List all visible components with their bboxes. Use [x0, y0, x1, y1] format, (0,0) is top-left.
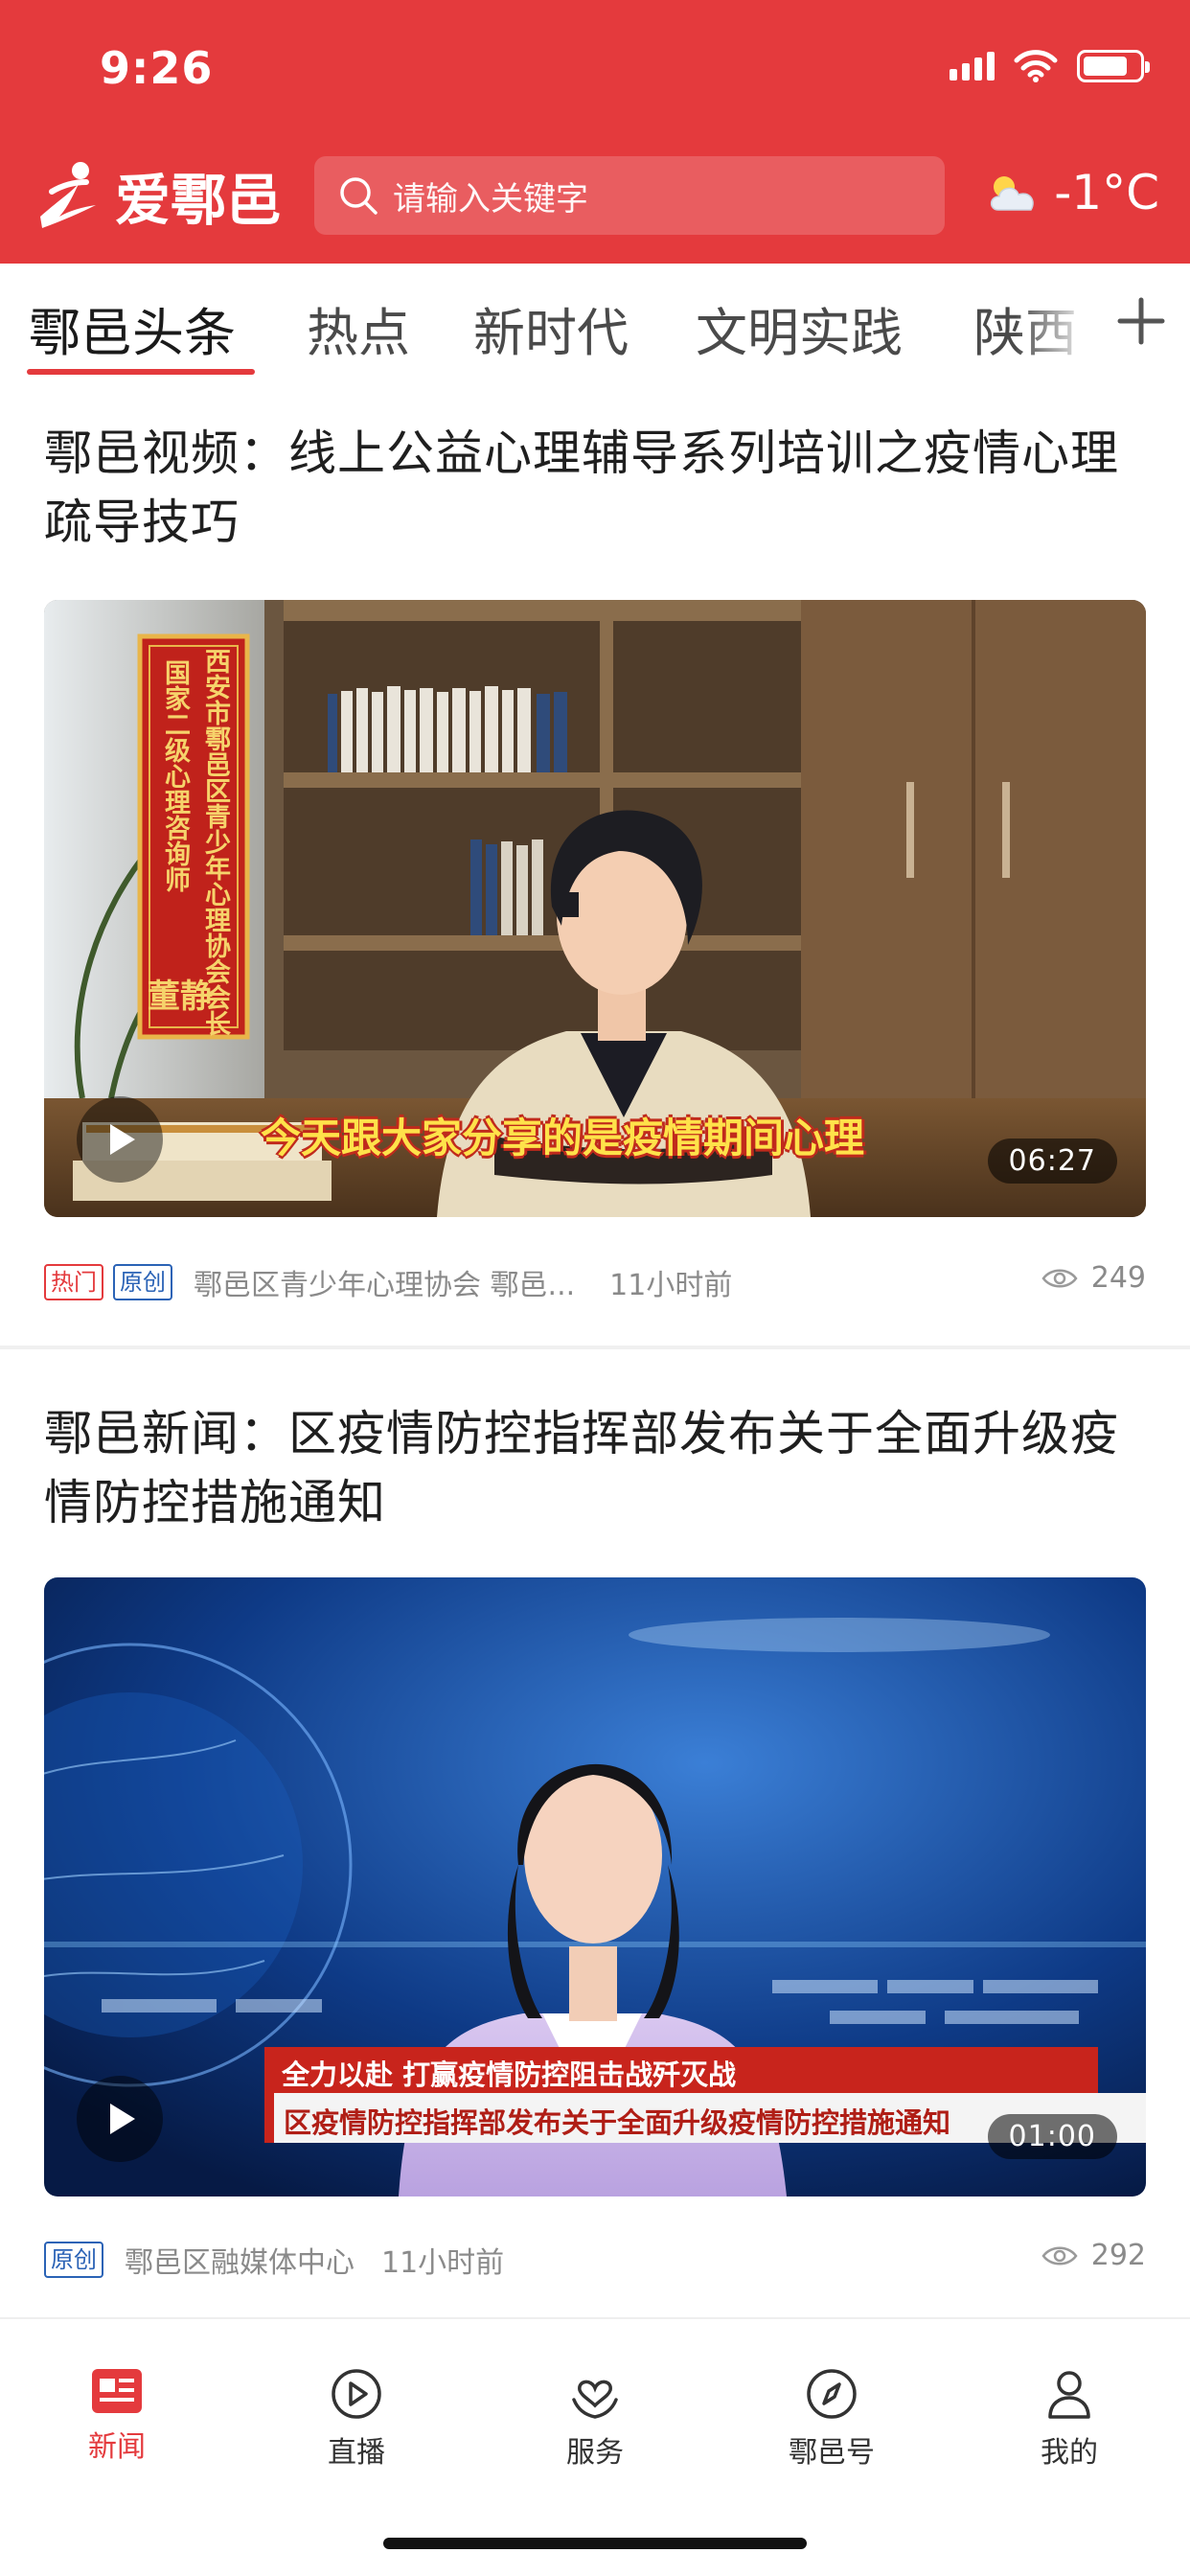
play-icon [110, 1124, 135, 1155]
name-banner-line-2: 国家二级心理咨询师 [160, 659, 190, 892]
play-icon [110, 2104, 135, 2134]
plus-icon [1117, 297, 1165, 345]
news-icon [92, 2369, 142, 2413]
play-button[interactable] [77, 1096, 163, 1183]
article-source: 鄠邑区融媒体中心 [125, 2246, 355, 2280]
nav-label: 直播 [328, 2436, 385, 2470]
article-meta: 原创 鄠邑区融媒体中心 11小时前 [44, 2239, 1146, 2281]
cloudy-icon [991, 176, 1035, 211]
nav-live[interactable]: 直播 [280, 2367, 433, 2471]
video-duration: 01:00 [987, 2114, 1117, 2159]
live-play-icon [332, 2369, 381, 2419]
nav-service[interactable]: 服务 [518, 2367, 672, 2471]
article-title[interactable]: 鄠邑视频：线上公益心理辅导系列培训之疫情心理疏导技巧 [44, 419, 1146, 557]
wifi-icon [1014, 50, 1058, 82]
status-time: 9:26 [100, 42, 214, 94]
active-tab-indicator [27, 369, 255, 375]
tab-headlines[interactable]: 鄠邑头条 [29, 290, 236, 366]
eye-icon [1041, 1269, 1078, 1287]
search-placeholder: 请输入关键字 [393, 179, 588, 218]
feed-divider [0, 1346, 1190, 1349]
search-icon [340, 177, 378, 215]
original-badge: 原创 [44, 2242, 103, 2278]
app-logo[interactable]: 爱鄠邑 [31, 155, 282, 236]
view-count: 292 [1041, 2239, 1146, 2272]
name-banner-name: 董静 [148, 978, 213, 1016]
weather-temperature: -1°C [1054, 165, 1159, 220]
battery-icon [1077, 50, 1150, 82]
tab-hot[interactable]: 热点 [307, 290, 410, 366]
eye-icon [1041, 2246, 1078, 2265]
user-icon [1048, 2371, 1090, 2419]
original-badge: 原创 [113, 1264, 172, 1300]
logo-text: 爱鄠邑 [115, 168, 283, 233]
lower-third-caption: 区疫情防控指挥部发布关于全面升级疫情防控措施通知 [284, 2106, 951, 2139]
hot-badge: 热门 [44, 1264, 103, 1300]
runner-logo-icon [40, 162, 96, 228]
play-button[interactable] [77, 2076, 163, 2162]
view-count-value: 249 [1090, 1261, 1146, 1295]
article-time: 11小时前 [381, 2246, 505, 2280]
tab-fade [1016, 264, 1092, 379]
status-icons [950, 50, 1150, 82]
weather-widget[interactable]: -1°C [985, 165, 1159, 220]
article-time: 11小时前 [609, 1269, 733, 1302]
nav-mine[interactable]: 我的 [993, 2367, 1146, 2471]
nav-huyi-account[interactable]: 鄠邑号 [755, 2367, 908, 2471]
tab-new-era[interactable]: 新时代 [473, 290, 629, 366]
view-count: 249 [1041, 1261, 1146, 1295]
video-thumbnail[interactable]: 全力以赴 打赢疫情防控阻击战歼灭战 区疫情防控指挥部发布关于全面升级疫情防控措施… [44, 1577, 1146, 2196]
channel-tabs: 鄠邑头条 热点 新时代 文明实践 陕西 [0, 264, 1190, 379]
home-indicator[interactable] [383, 2538, 807, 2549]
search-input[interactable]: 请输入关键字 [314, 156, 945, 235]
nav-news[interactable]: 新闻 [40, 2367, 194, 2465]
nav-label: 鄠邑号 [789, 2436, 875, 2470]
cellular-signal-icon [950, 52, 995, 80]
nav-label: 新闻 [88, 2430, 146, 2464]
tab-civilization-practice[interactable]: 文明实践 [696, 290, 903, 366]
article-meta: 热门 原创 鄠邑区青少年心理协会 鄠邑... 11小时前 [44, 1261, 1146, 1303]
video-thumbnail[interactable]: 西安市鄠邑区青少年心理协会会长 国家二级心理咨询师 董静 今天跟大家分享的是疫情… [44, 600, 1146, 1217]
add-channel-button[interactable] [1092, 264, 1190, 379]
battery-level [1084, 57, 1127, 76]
video-subtitle: 今天跟大家分享的是疫情期间心理 [261, 1115, 865, 1162]
article-source: 鄠邑区青少年心理协会 鄠邑... [194, 1269, 576, 1302]
view-count-value: 292 [1090, 2239, 1146, 2272]
article-title[interactable]: 鄠邑新闻：区疫情防控指挥部发布关于全面升级疫情防控措施通知 [44, 1399, 1146, 1537]
video-duration: 06:27 [987, 1138, 1117, 1184]
lower-third-headline: 全力以赴 打赢疫情防控阻击战歼灭战 [282, 2058, 737, 2091]
compass-icon [807, 2369, 857, 2419]
nav-label: 服务 [566, 2436, 624, 2470]
app-header: 9:26 爱鄠邑 请输入关键字 -1°C [0, 0, 1190, 264]
service-heart-icon [572, 2380, 618, 2419]
nav-label: 我的 [1041, 2436, 1098, 2470]
